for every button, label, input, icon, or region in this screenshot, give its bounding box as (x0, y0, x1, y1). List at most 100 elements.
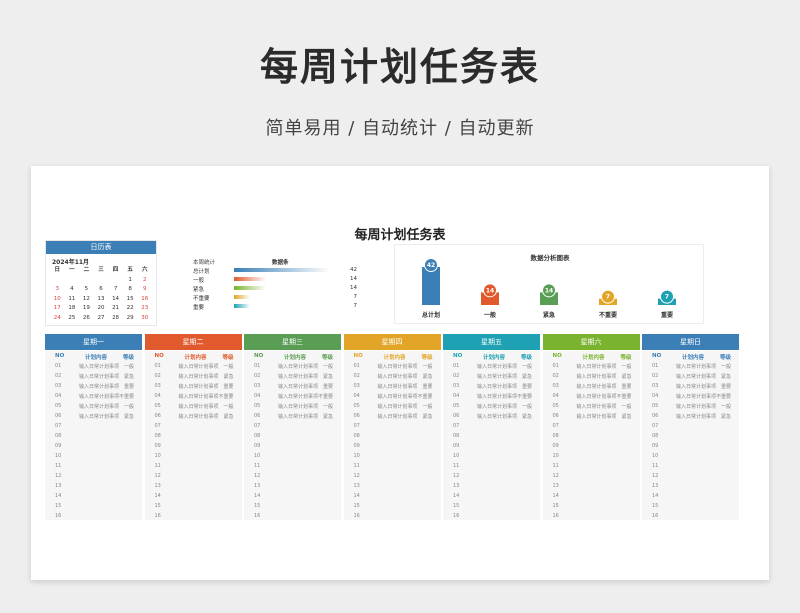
table-cell-no[interactable]: 01 (354, 363, 360, 369)
table-cell-no[interactable]: 14 (553, 493, 559, 499)
calendar-day[interactable]: 28 (108, 314, 123, 324)
table-cell-level[interactable]: 一般 (621, 403, 631, 410)
calendar-day[interactable]: 22 (123, 304, 138, 314)
table-row[interactable]: 06 输入日常计划事项 紧急 (443, 411, 540, 421)
table-cell-no[interactable]: 02 (254, 373, 260, 379)
table-cell-no[interactable]: 12 (553, 473, 559, 479)
calendar-day[interactable]: 25 (65, 314, 80, 324)
table-row[interactable]: 13 (145, 481, 242, 491)
table-row[interactable]: 08 (543, 431, 640, 441)
table-row[interactable]: 03 输入日常计划事项 重要 (543, 381, 640, 391)
table-cell-level[interactable]: 一般 (721, 363, 731, 370)
table-cell-no[interactable]: 09 (155, 443, 161, 449)
table-cell-no[interactable]: 09 (553, 443, 559, 449)
table-cell-task[interactable]: 输入日常计划事项 (477, 393, 517, 400)
table-cell-no[interactable]: 13 (254, 483, 260, 489)
table-cell-task[interactable]: 输入日常计划事项 (179, 383, 219, 390)
table-cell-no[interactable]: 02 (453, 373, 459, 379)
table-row[interactable]: 16 (443, 511, 540, 521)
table-row[interactable]: 09 (244, 441, 341, 451)
table-row[interactable]: 09 (45, 441, 142, 451)
table-cell-level[interactable]: 一般 (124, 363, 134, 370)
table-cell-no[interactable]: 02 (553, 373, 559, 379)
table-row[interactable]: 10 (443, 451, 540, 461)
table-cell-no[interactable]: 10 (652, 453, 658, 459)
table-cell-no[interactable]: 15 (55, 503, 61, 509)
table-cell-level[interactable]: 紧急 (124, 413, 134, 420)
table-cell-no[interactable]: 13 (354, 483, 360, 489)
calendar-day[interactable]: 7 (108, 285, 123, 295)
table-cell-no[interactable]: 04 (553, 393, 559, 399)
table-cell-task[interactable]: 输入日常计划事项 (79, 393, 119, 400)
table-cell-level[interactable]: 紧急 (721, 373, 731, 380)
table-cell-task[interactable]: 输入日常计划事项 (179, 403, 219, 410)
table-row[interactable]: 03 输入日常计划事项 重要 (244, 381, 341, 391)
calendar-day[interactable]: 6 (94, 285, 109, 295)
table-row[interactable]: 04 输入日常计划事项 不重要 (543, 391, 640, 401)
table-cell-no[interactable]: 11 (652, 463, 658, 469)
table-cell-level[interactable]: 重要 (721, 383, 731, 390)
table-cell-no[interactable]: 14 (55, 493, 61, 499)
table-cell-task[interactable]: 输入日常计划事项 (378, 403, 418, 410)
table-cell-task[interactable]: 输入日常计划事项 (79, 363, 119, 370)
table-cell-no[interactable]: 11 (453, 463, 459, 469)
table-row[interactable]: 15 (145, 501, 242, 511)
table-cell-no[interactable]: 16 (354, 513, 360, 519)
calendar-day[interactable]: 24 (50, 314, 65, 324)
table-row[interactable]: 16 (642, 511, 739, 521)
table-row[interactable]: 07 (543, 421, 640, 431)
table-cell-level[interactable]: 一般 (323, 363, 333, 370)
table-row[interactable]: 08 (344, 431, 441, 441)
table-cell-no[interactable]: 10 (553, 453, 559, 459)
table-cell-no[interactable]: 14 (453, 493, 459, 499)
table-row[interactable]: 03 输入日常计划事项 重要 (443, 381, 540, 391)
calendar-day[interactable]: 19 (79, 304, 94, 314)
table-row[interactable]: 15 (344, 501, 441, 511)
table-row[interactable]: 05 输入日常计划事项 一般 (344, 401, 441, 411)
table-row[interactable]: 01 输入日常计划事项 一般 (543, 361, 640, 371)
table-row[interactable]: 12 (443, 471, 540, 481)
table-cell-no[interactable]: 08 (553, 433, 559, 439)
table-row[interactable]: 13 (443, 481, 540, 491)
table-cell-no[interactable]: 10 (55, 453, 61, 459)
table-row[interactable]: 03 输入日常计划事项 重要 (344, 381, 441, 391)
table-cell-no[interactable]: 05 (55, 403, 61, 409)
table-row[interactable]: 13 (244, 481, 341, 491)
table-cell-level[interactable]: 不重要 (417, 393, 432, 400)
table-cell-no[interactable]: 09 (652, 443, 658, 449)
table-cell-task[interactable]: 输入日常计划事项 (278, 363, 318, 370)
table-row[interactable]: 07 (145, 421, 242, 431)
table-row[interactable]: 04 输入日常计划事项 不重要 (344, 391, 441, 401)
table-row[interactable]: 12 (642, 471, 739, 481)
calendar-day[interactable]: 27 (94, 314, 109, 324)
table-cell-no[interactable]: 08 (55, 433, 61, 439)
calendar-day[interactable]: 30 (137, 314, 152, 324)
table-row[interactable]: 09 (344, 441, 441, 451)
table-cell-level[interactable]: 重要 (422, 383, 432, 390)
table-cell-no[interactable]: 07 (453, 423, 459, 429)
table-row[interactable]: 03 输入日常计划事项 重要 (45, 381, 142, 391)
calendar-day[interactable]: 11 (65, 295, 80, 305)
table-cell-no[interactable]: 03 (155, 383, 161, 389)
table-cell-task[interactable]: 输入日常计划事项 (179, 363, 219, 370)
table-row[interactable]: 11 (244, 461, 341, 471)
table-cell-no[interactable]: 02 (652, 373, 658, 379)
table-cell-no[interactable]: 06 (254, 413, 260, 419)
table-cell-level[interactable]: 紧急 (621, 413, 631, 420)
table-row[interactable]: 06 输入日常计划事项 紧急 (45, 411, 142, 421)
table-cell-task[interactable]: 输入日常计划事项 (278, 373, 318, 380)
table-cell-no[interactable]: 08 (453, 433, 459, 439)
table-cell-no[interactable]: 04 (155, 393, 161, 399)
table-cell-no[interactable]: 07 (354, 423, 360, 429)
table-row[interactable]: 14 (145, 491, 242, 501)
table-row[interactable]: 09 (642, 441, 739, 451)
table-row[interactable]: 10 (45, 451, 142, 461)
table-row[interactable]: 03 输入日常计划事项 重要 (642, 381, 739, 391)
table-row[interactable]: 07 (344, 421, 441, 431)
calendar-day[interactable]: 9 (137, 285, 152, 295)
table-cell-no[interactable]: 04 (254, 393, 260, 399)
table-cell-task[interactable]: 输入日常计划事项 (378, 373, 418, 380)
table-cell-no[interactable]: 05 (155, 403, 161, 409)
table-cell-no[interactable]: 16 (652, 513, 658, 519)
table-cell-level[interactable]: 不重要 (218, 393, 233, 400)
